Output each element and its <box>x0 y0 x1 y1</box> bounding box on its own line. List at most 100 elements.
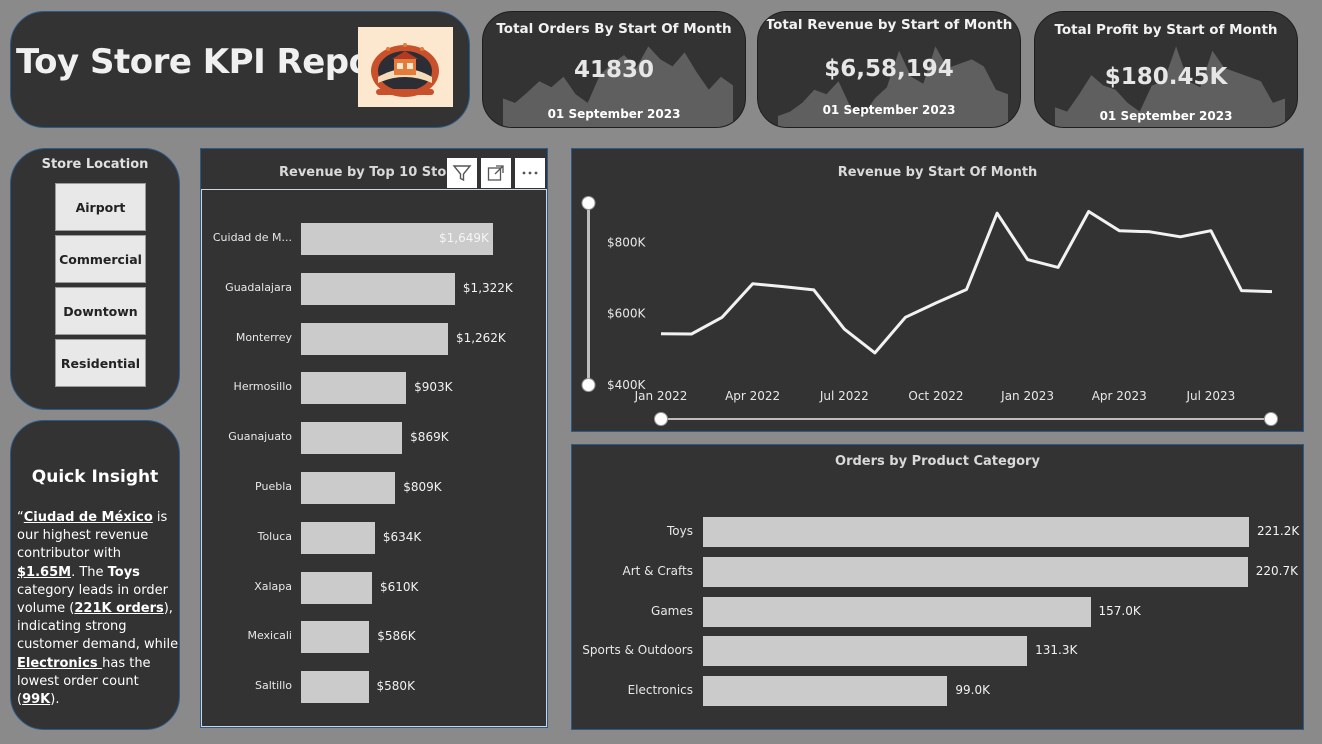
slicer-option-downtown[interactable]: Downtown <box>55 287 146 335</box>
bar-category-label: Electronics <box>627 683 693 698</box>
bar[interactable] <box>301 621 370 654</box>
data-point[interactable] <box>658 331 664 337</box>
bar-category-label: Toluca <box>257 529 292 543</box>
bar[interactable] <box>301 272 455 305</box>
insight-text-segment: . The <box>71 564 108 580</box>
bar[interactable] <box>703 636 1028 667</box>
x-tick-label: Jul 2023 <box>1185 389 1235 403</box>
x-tick-label: Jul 2022 <box>819 389 869 403</box>
bar[interactable] <box>301 422 403 455</box>
x-tick-label: Jan 2022 <box>634 389 688 403</box>
data-point[interactable] <box>1025 257 1031 263</box>
data-point[interactable] <box>1238 288 1244 294</box>
orders-by-category-panel: Orders by Product Category Toys 221.2K Art… <box>571 444 1304 730</box>
bar-value-label: $580K <box>376 679 415 694</box>
bar-value-label: 220.7K <box>1255 563 1298 578</box>
bar-value-label: $809K <box>403 480 442 494</box>
data-point[interactable] <box>689 331 695 337</box>
slicer-option-commercial[interactable]: Commercial <box>55 235 146 283</box>
data-point[interactable] <box>964 286 970 292</box>
bar-value-label: 157.0K <box>1098 603 1141 618</box>
kpi-card-total-revenue: Total Revenue by Start of Month $6,58,19… <box>757 11 1021 128</box>
bar-value-label: $610K <box>380 579 419 594</box>
bar-category-label: Monterrey <box>235 330 292 344</box>
data-point[interactable] <box>811 287 817 293</box>
data-point[interactable] <box>994 210 1000 216</box>
bar-category-label: Guanajuato <box>228 430 292 444</box>
slicer-option-residential[interactable]: Residential <box>55 339 146 387</box>
bar-category-label: Cuidad de M... <box>212 231 292 244</box>
y-range-slider-max-handle[interactable] <box>581 196 596 210</box>
bar-category-label: Hermosillo <box>233 380 292 394</box>
bar[interactable] <box>703 556 1248 587</box>
bar[interactable] <box>301 322 448 355</box>
focus-mode-icon[interactable] <box>481 158 511 188</box>
title-card: Toy Store KPI Report <box>10 11 470 128</box>
revenue-by-month-panel: Revenue by Start Of Month $400K $600K $800… <box>571 148 1304 432</box>
kpi-title: Total Profit by Start of Month <box>1054 22 1278 38</box>
insight-text-segment: Ciudad de México <box>23 510 153 525</box>
kpi-value: $180.45K <box>1104 64 1228 90</box>
x-range-slider-start-handle[interactable] <box>654 412 668 426</box>
bar-category-label: Games <box>651 603 693 618</box>
filter-icon[interactable] <box>447 158 477 188</box>
bar-category-label: Toys <box>667 524 693 538</box>
toy-store-logo <box>358 27 453 107</box>
visual-header-toolbar <box>447 158 545 188</box>
slicer-title: Store Location <box>41 157 149 172</box>
data-point[interactable] <box>933 300 939 306</box>
bar-category-label: Puebla <box>255 480 292 493</box>
kpi-date: 01 September 2023 <box>547 107 681 121</box>
bar[interactable] <box>703 517 1249 547</box>
insight-text-segment: $1.65M <box>17 564 72 580</box>
bar[interactable] <box>703 676 948 707</box>
bar-category-label: Xalapa <box>254 579 292 593</box>
page-title: Toy Store KPI Report <box>16 42 404 82</box>
slicer-option-airport[interactable]: Airport <box>55 183 146 231</box>
bar[interactable] <box>301 472 396 504</box>
bar-value-label: $634K <box>382 529 422 544</box>
kpi-date: 01 September 2023 <box>822 103 956 117</box>
bar-value-label: $1,262K <box>455 330 506 345</box>
bar-value-label: $903K <box>414 380 453 395</box>
x-tick-label: Oct 2022 <box>908 389 963 403</box>
data-point[interactable] <box>902 314 908 320</box>
y-tick-label: $600K <box>607 307 647 321</box>
x-range-slider-end-handle[interactable] <box>1264 412 1278 426</box>
insight-text-segment: Toys <box>107 564 140 580</box>
data-point[interactable] <box>1208 228 1214 234</box>
kpi-title: Total Orders By Start Of Month <box>496 21 732 37</box>
insight-text-segment: ). <box>50 692 60 708</box>
bar[interactable] <box>301 521 375 554</box>
bar[interactable] <box>703 596 1091 627</box>
data-point[interactable] <box>872 350 878 356</box>
quick-insight-card: Quick Insight “Ciudad de México is our h… <box>10 420 180 730</box>
kpi-card-total-profit: Total Profit by Start of Month $180.45K … <box>1034 11 1298 128</box>
data-point[interactable] <box>1116 228 1122 234</box>
data-point[interactable] <box>1147 229 1153 235</box>
insight-text-segment: “ <box>17 510 24 525</box>
data-point[interactable] <box>841 326 847 332</box>
orders-by-category-title: Orders by Product Category <box>835 454 1040 469</box>
data-point[interactable] <box>1269 289 1275 295</box>
bar[interactable] <box>301 671 369 704</box>
bar[interactable] <box>301 372 407 405</box>
more-options-icon[interactable] <box>515 158 545 188</box>
data-point[interactable] <box>750 281 756 287</box>
data-point[interactable] <box>1086 208 1092 214</box>
data-point[interactable] <box>719 314 725 320</box>
x-range-slider-track[interactable] <box>661 418 1272 420</box>
bar-category-label: Mexicali <box>247 629 292 643</box>
bar-category-label: Saltillo <box>255 679 292 693</box>
y-range-slider-track[interactable] <box>587 203 590 385</box>
chart-focus-frame <box>201 189 547 727</box>
data-point[interactable] <box>1177 234 1183 240</box>
y-range-slider-min-handle[interactable] <box>581 378 596 392</box>
kpi-value: 41830 <box>573 57 655 83</box>
bar-value-label: 131.3K <box>1035 643 1078 658</box>
data-point[interactable] <box>780 284 786 290</box>
data-point[interactable] <box>1055 264 1061 270</box>
revenue-line-chart: $400K$600K$800KJan 2022 Apr 2022 Jul 2022 O… <box>581 196 1278 426</box>
bar-value-label: 99.0K <box>955 683 990 698</box>
bar[interactable] <box>301 571 373 604</box>
